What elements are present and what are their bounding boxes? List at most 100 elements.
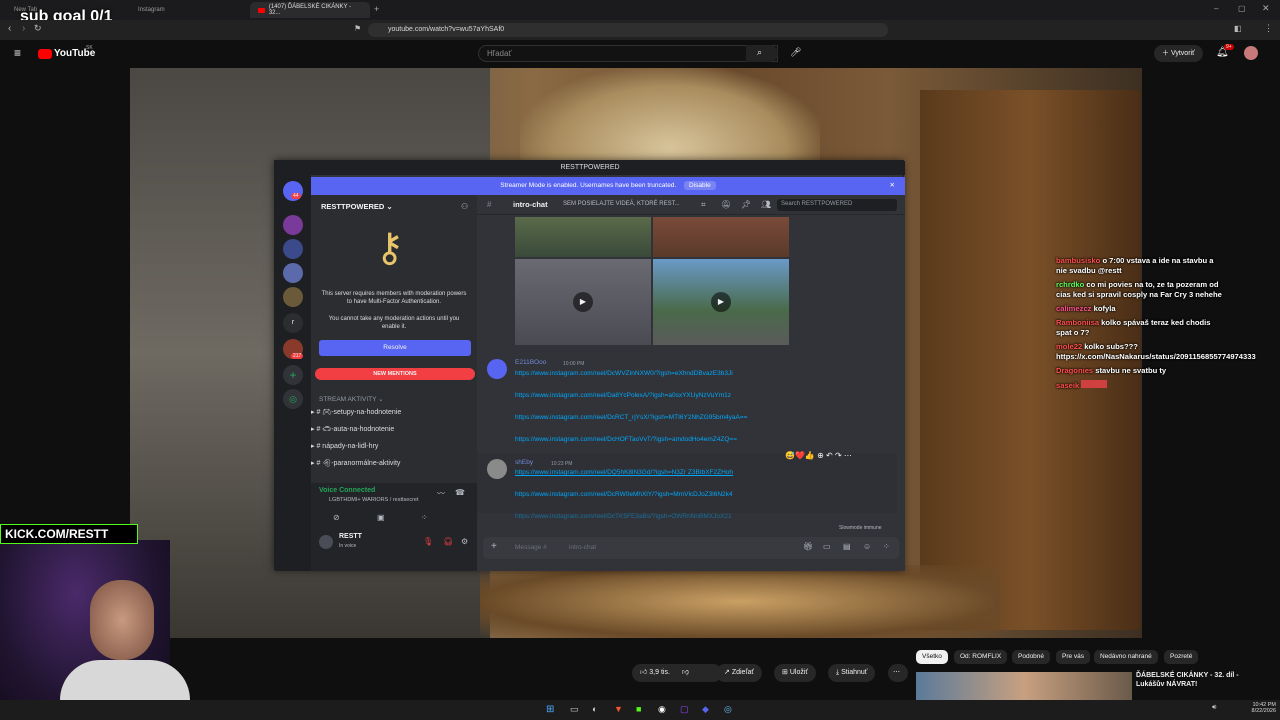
message-author[interactable]: E211BOoo [515,359,546,366]
menu-icon[interactable]: ⋮ [1264,23,1273,34]
search-button[interactable]: ⌕ [746,45,778,62]
message-link[interactable]: https://www.instagram.com/reel/DQ5hK8lN3… [515,469,733,476]
play-icon[interactable]: ▶ [711,292,731,312]
apps-icon[interactable]: ⁘ [883,542,890,551]
chip-for-you[interactable]: Pre vás [1056,650,1091,664]
avatar[interactable] [487,459,507,479]
voice-channel[interactable]: LGBTHDMI+ WARIORS / resttsecret [329,497,419,503]
message-link[interactable]: https://www.instagram.com/reel/DcHOFTaoV… [515,436,737,443]
dislike-icon[interactable]: 👎︎ [682,669,689,676]
chip-from-channel[interactable]: Od: ROMFLIX [954,650,1008,664]
server-name[interactable]: RESTTPOWERED ⌄ [321,202,393,211]
media-thumbnail[interactable] [653,217,789,257]
share-button[interactable]: ↗ Zdieľať [716,664,763,682]
gift-icon[interactable]: 🎁︎ [803,542,813,551]
notifications-icon[interactable]: 🔕︎ [721,200,731,209]
server-icon[interactable]: r [283,313,303,333]
play-icon[interactable]: ▶ [573,292,593,312]
extensions-icon[interactable]: ◧ [1234,24,1242,33]
rec-thumbnail[interactable] [916,672,1132,700]
discord-icon[interactable]: ◆ [702,704,709,715]
media-thumbnail[interactable] [515,217,651,257]
gif-icon[interactable]: ▭ [823,542,831,551]
discover-icon[interactable]: ◎ [283,389,303,409]
windows-start-icon[interactable]: ⊞ [546,704,554,715]
save-button[interactable]: ⊞ Uložiť [774,664,817,682]
avatar[interactable] [487,359,507,379]
rec-title[interactable]: ĎÁBELSKÉ CIKÁNKY - 32. díl - Lukášův NÁV… [1136,671,1258,689]
forward-icon[interactable]: › [22,23,25,34]
create-button[interactable]: ＋ Vytvoriť [1154,45,1203,62]
chip-all[interactable]: Všetko [916,650,948,664]
search-input[interactable]: Search RESTTPOWERED [777,199,897,211]
chip-watched[interactable]: Pozreté [1164,650,1199,664]
message-author[interactable]: shEby [515,459,533,466]
close-icon[interactable]: ✕ [890,177,895,195]
search-input[interactable]: Hľadať [478,45,778,62]
message-link[interactable]: https://www.instagram.com/reel/DcRW0eMhX… [515,491,733,498]
server-icon[interactable] [283,263,303,283]
server-icon[interactable] [283,215,303,235]
new-tab-icon[interactable]: + [374,4,379,14]
invite-icon[interactable]: ⚇ [461,202,468,211]
minimize-icon[interactable]: – [1214,4,1218,13]
activities-icon[interactable]: ⁘ [421,513,428,522]
attach-icon[interactable]: + [491,541,497,552]
server-icon[interactable] [283,287,303,307]
app-icon[interactable]: ◐ [592,704,597,714]
steam-icon[interactable]: ◎ [724,704,732,715]
url-input[interactable]: youtube.com/watch?v=wu57aYhSAf0 [368,23,888,37]
download-button[interactable]: ⤓ Stiahnuť [828,664,876,682]
youtube-logo-icon[interactable] [38,49,52,59]
chip-related[interactable]: Podobné [1012,650,1051,664]
like-button[interactable]: 👍︎ 3,9 tis. 👎︎ [632,664,722,682]
channel-item[interactable]: ▸ # 🎮︎-setupy-na-hodnotenie [311,408,401,416]
channel-item[interactable]: ▸ # 🚗︎-auta-na-hodnotenie [311,425,394,433]
add-server-icon[interactable]: + [283,365,303,385]
message-input[interactable]: + Message # intro-chat 🎁︎ ▭ ▤ ☺ ⁘ [483,537,899,559]
message-link[interactable]: https://www.instagram.com/reel/DcWVZInNX… [515,370,733,377]
brave-icon[interactable]: ▼ [614,704,623,714]
soundboard-icon[interactable]: 〰 [437,488,445,499]
members-icon[interactable]: 👥︎ [761,200,771,209]
channel-item[interactable]: ▸ # 👻︎-paranormálne-aktivity [311,459,400,467]
video-thumbnail[interactable]: ▶ [515,259,651,345]
new-mentions-pill[interactable]: NEW MENTIONS [315,368,475,380]
avatar[interactable] [319,535,333,549]
video-thumbnail[interactable]: ▶ [653,259,789,345]
camera-off-icon[interactable]: ⊘ [333,513,340,522]
twitch-icon[interactable]: ▢ [680,704,689,715]
message-link[interactable]: https://www.instagram.com/reel/DcTK5FE3a… [515,513,732,520]
close-icon[interactable]: ✕ [1262,3,1270,14]
server-icon[interactable] [283,239,303,259]
chip-recent[interactable]: Nedávno nahrané [1094,650,1158,664]
clock[interactable]: 10:42 PM 8/22/2026 [1240,702,1276,714]
threads-icon[interactable]: ⌗ [701,200,706,210]
message-link[interactable]: https://www.instagram.com/reel/DcRCT_rjY… [515,414,747,421]
volume-icon[interactable]: 🔊︎ [1212,704,1216,712]
obs-icon[interactable]: ◉ [658,704,666,715]
emoji-icon[interactable]: ☺ [863,542,871,551]
back-icon[interactable]: ‹ [8,23,11,34]
mute-icon[interactable]: 🎙︎ [423,537,433,546]
screenshare-icon[interactable]: ▣ [377,513,385,522]
deafen-icon[interactable]: 🎧︎ [443,537,453,546]
resolve-button[interactable]: Resolve [319,340,471,356]
message-actions[interactable]: 😅❤️👍 ⊕ ↶ ↷ ⋯ [785,451,852,460]
channel-topic[interactable]: SEM POSIELAJTE VIDEÁ, KTORÉ REST... [563,201,680,207]
hamburger-icon[interactable]: ≡ [14,46,21,60]
sticker-icon[interactable]: ▤ [843,542,851,551]
message-link[interactable]: https://www.instagram.com/reel/Da8YcPole… [515,392,731,399]
tab-youtube[interactable]: (1407) ĎÁBELSKÉ CIKÁNKY - 32... [250,2,370,18]
more-icon[interactable]: ⋯ [888,664,908,682]
mic-icon[interactable]: 🎤︎ [790,47,801,58]
avatar[interactable] [1244,46,1258,60]
disable-button[interactable]: Disable [684,181,716,190]
category-header[interactable]: STREAM AKTIVITY ⌄ [319,395,384,403]
app-icon[interactable]: ■ [636,704,641,714]
reload-icon[interactable]: ↻ [34,23,42,34]
taskview-icon[interactable]: ▭ [570,704,579,715]
tab-instagram[interactable]: Instagram [130,2,240,18]
pin-icon[interactable]: 📌︎ [741,200,751,209]
settings-icon[interactable]: ⚙ [461,537,468,546]
